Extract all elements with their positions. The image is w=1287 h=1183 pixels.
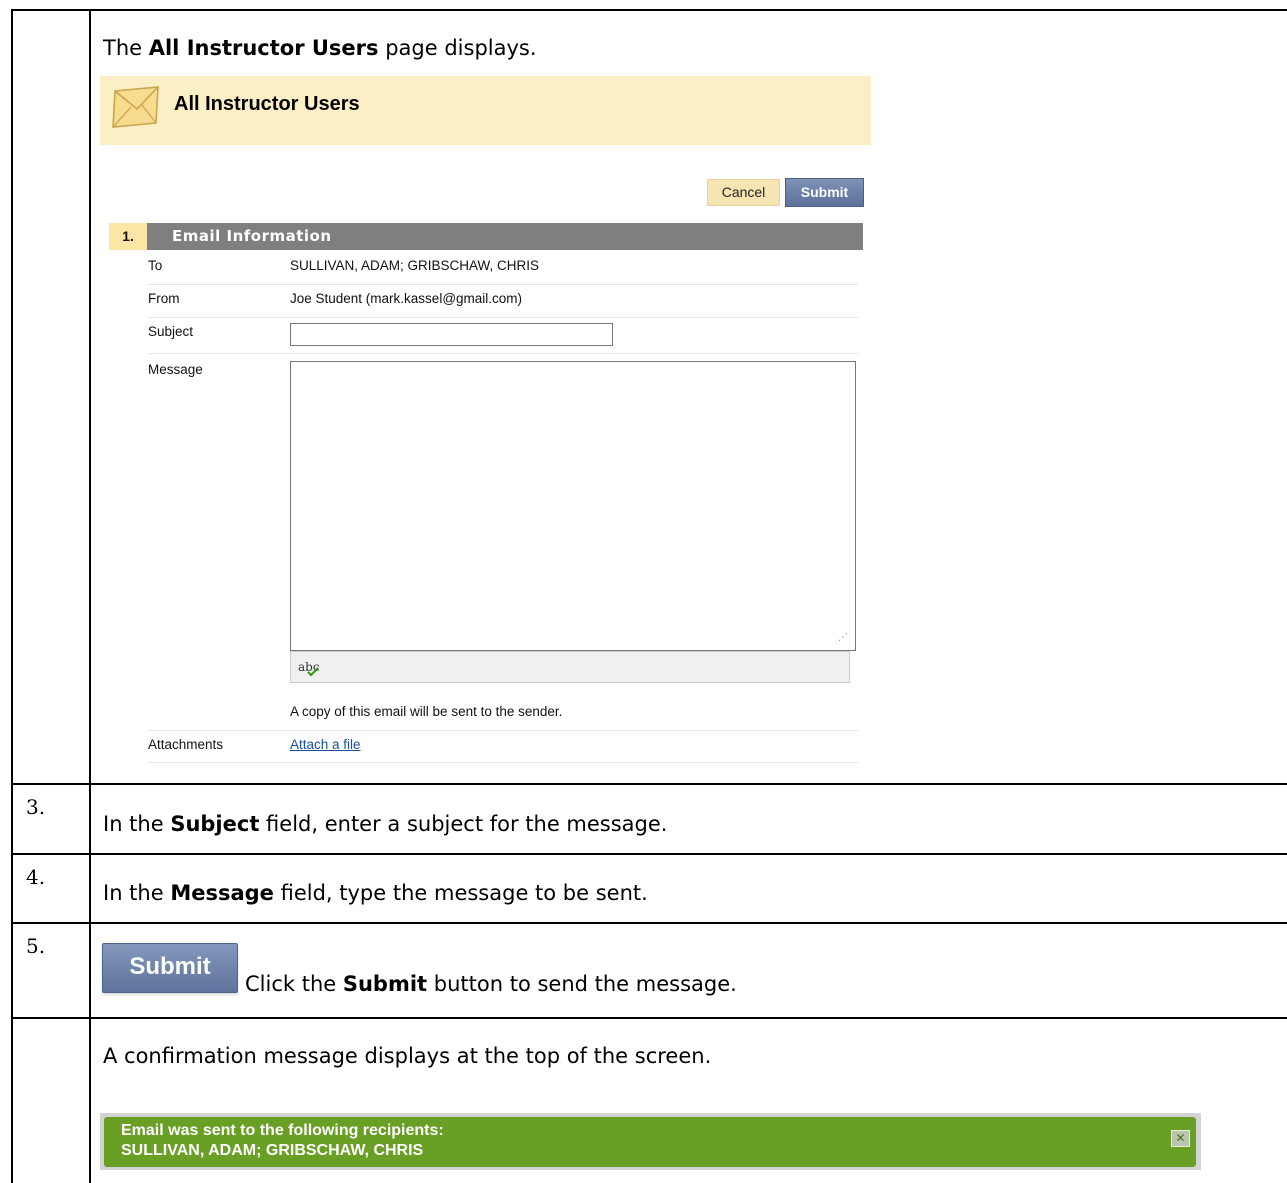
- close-icon[interactable]: ✕: [1171, 1130, 1190, 1147]
- to-label: To: [148, 258, 163, 273]
- confirmation-line-2: SULLIVAN, ADAM; GRIBSCHAW, CHRIS: [121, 1142, 424, 1159]
- checkmark-icon: [307, 667, 319, 677]
- row-separator: [148, 353, 858, 354]
- row-divider-6: [11, 1017, 1287, 1019]
- attach-file-link[interactable]: Attach a file: [290, 737, 361, 752]
- spellcheck-icon[interactable]: abc: [298, 656, 320, 677]
- cancel-button[interactable]: Cancel: [707, 179, 780, 206]
- message-label: Message: [148, 362, 203, 377]
- step-4-text: In the Message field, type the message t…: [103, 881, 648, 905]
- table-border-top: [11, 9, 1287, 11]
- step-number-3: 3.: [26, 795, 46, 819]
- table-border-left: [11, 9, 13, 1183]
- step-5-text: Click the Submit button to send the mess…: [245, 972, 737, 996]
- envelope-icon: [112, 86, 159, 128]
- row-separator: [148, 317, 858, 318]
- copy-note: A copy of this email will be sent to the…: [290, 704, 563, 719]
- step-number-4: 4.: [26, 865, 46, 889]
- submit-button-image: Submit: [102, 943, 238, 993]
- row-separator: [148, 730, 858, 731]
- message-textarea[interactable]: [290, 361, 856, 651]
- confirmation-intro: A confirmation message displays at the t…: [103, 1044, 712, 1068]
- table-column-divider: [89, 9, 91, 1183]
- from-label: From: [148, 291, 180, 306]
- from-value: Joe Student (mark.kassel@gmail.com): [290, 291, 523, 306]
- row-divider-4: [11, 853, 1287, 855]
- section-number: 1.: [109, 223, 147, 250]
- subject-input[interactable]: [290, 323, 613, 346]
- subject-label: Subject: [148, 324, 194, 339]
- to-value: SULLIVAN, ADAM; GRIBSCHAW, CHRIS: [290, 258, 540, 273]
- resize-handle-icon[interactable]: ⋰: [838, 632, 848, 643]
- step-number-5: 5.: [26, 934, 46, 958]
- intro-text: The All Instructor Users page displays.: [103, 36, 537, 60]
- spellcheck-toolbar: [290, 651, 850, 683]
- submit-button[interactable]: Submit: [785, 178, 864, 207]
- section-title: Email Information: [172, 227, 332, 245]
- step-3-text: In the Subject field, enter a subject fo…: [103, 812, 668, 836]
- row-separator: [148, 762, 858, 763]
- confirmation-line-1: Email was sent to the following recipien…: [121, 1122, 444, 1139]
- row-divider-3: [11, 783, 1287, 785]
- page-title: All Instructor Users: [174, 93, 360, 115]
- attachments-label: Attachments: [148, 737, 224, 752]
- row-separator: [148, 284, 858, 285]
- row-divider-5: [11, 922, 1287, 924]
